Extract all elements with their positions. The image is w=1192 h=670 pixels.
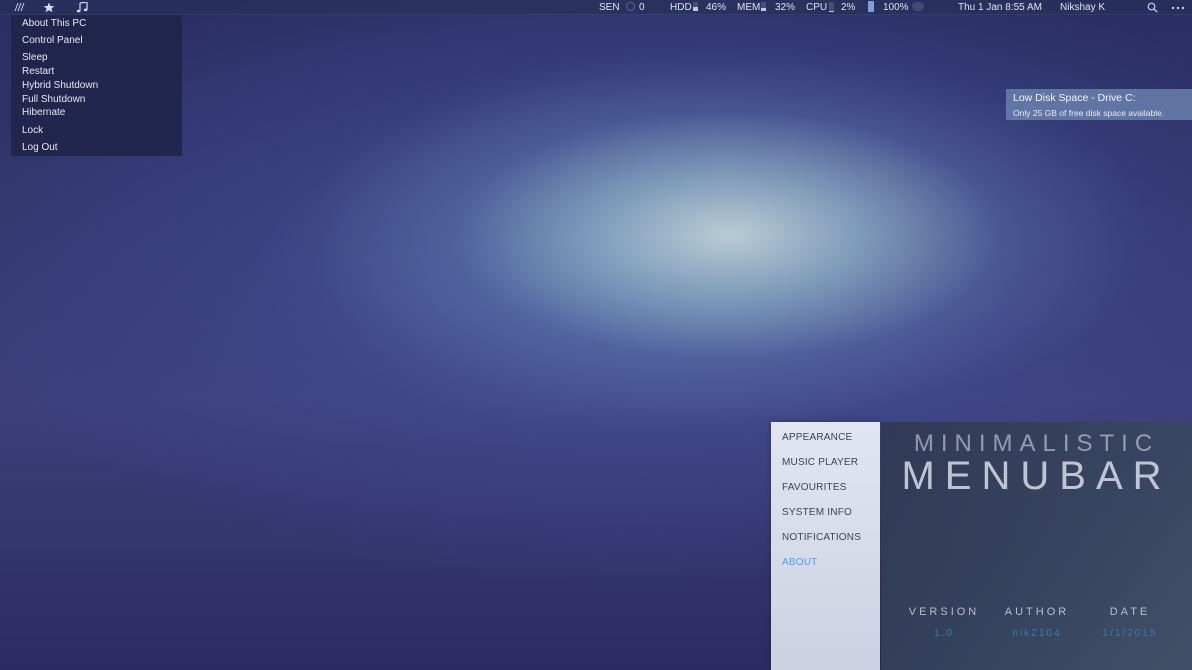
author-label: AUTHOR [1004,606,1070,618]
hdd-value: 46% [706,2,727,13]
version-label: VERSION [908,606,980,618]
nav-music-player[interactable]: MUSIC PLAYER [782,456,858,469]
cpu-label: CPU [806,2,828,13]
notification-body: Only 25 GB of free disk space available. [1013,108,1165,118]
mem-value: 32% [775,2,796,13]
nav-favourites[interactable]: FAVOURITES [782,481,847,494]
menu-item-sleep[interactable]: Sleep [22,51,48,64]
menu-item-lock[interactable]: Lock [22,124,43,137]
version-value: 1.0 [934,628,954,639]
low-disk-notification[interactable]: Low Disk Space - Drive C: Only 25 GB of … [1006,89,1192,120]
search-icon[interactable] [1147,0,1159,15]
sen-dial-icon [622,0,639,15]
settings-sidebar: APPEARANCE MUSIC PLAYER FAVOURITES SYSTE… [771,422,880,670]
mem-label: MEM [737,2,761,13]
nav-appearance[interactable]: APPEARANCE [782,431,852,444]
battery-value: 100% [883,2,909,13]
menu-item-control-panel[interactable]: Control Panel [22,34,83,47]
about-panel: MINIMALISTIC MENUBAR VERSION AUTHOR DATE… [881,422,1192,670]
moon-icon[interactable] [935,0,945,15]
menu-item-hibernate[interactable]: Hibernate [22,106,65,119]
menu-item-full-shutdown[interactable]: Full Shutdown [22,93,85,106]
stripes-icon[interactable] [14,0,26,15]
hdd-meter [691,0,700,15]
top-menubar: SEN 0 HDD 46% MEM 32% CPU 2% 100% Thu 1 … [0,0,1192,15]
menu-item-restart[interactable]: Restart [22,65,54,78]
sen-label: SEN [599,2,620,13]
power-menu: About This PC Control Panel Sleep Restar… [10,15,182,156]
nav-about[interactable]: ABOUT [782,556,817,569]
author-value: nik2104 [1012,628,1062,639]
more-dots-icon[interactable] [1171,0,1185,15]
about-title-line2: MENUBAR [901,454,1172,498]
cpu-value: 2% [841,2,856,13]
nav-notifications[interactable]: NOTIFICATIONS [782,531,861,544]
nav-system-info[interactable]: SYSTEM INFO [782,506,852,519]
datetime[interactable]: Thu 1 Jan 8:55 AM [958,0,1042,15]
menu-item-hybrid-shutdown[interactable]: Hybrid Shutdown [22,79,98,92]
hdd-label: HDD [670,2,692,13]
battery-icon [868,0,874,15]
sen-value: 0 [639,2,645,13]
date-label: DATE [1109,606,1151,618]
toggle-icon[interactable] [912,0,924,15]
notification-title: Low Disk Space - Drive C: [1013,92,1136,104]
date-value: 1/1/2015 [1102,628,1158,639]
menu-item-about-this-pc[interactable]: About This PC [22,17,86,30]
mem-meter [759,0,768,15]
star-icon[interactable] [43,0,55,15]
menu-item-log-out[interactable]: Log Out [22,141,58,154]
user-name[interactable]: Nikshay K [1060,0,1105,15]
music-note-icon[interactable] [76,0,88,15]
cpu-meter [827,0,836,15]
